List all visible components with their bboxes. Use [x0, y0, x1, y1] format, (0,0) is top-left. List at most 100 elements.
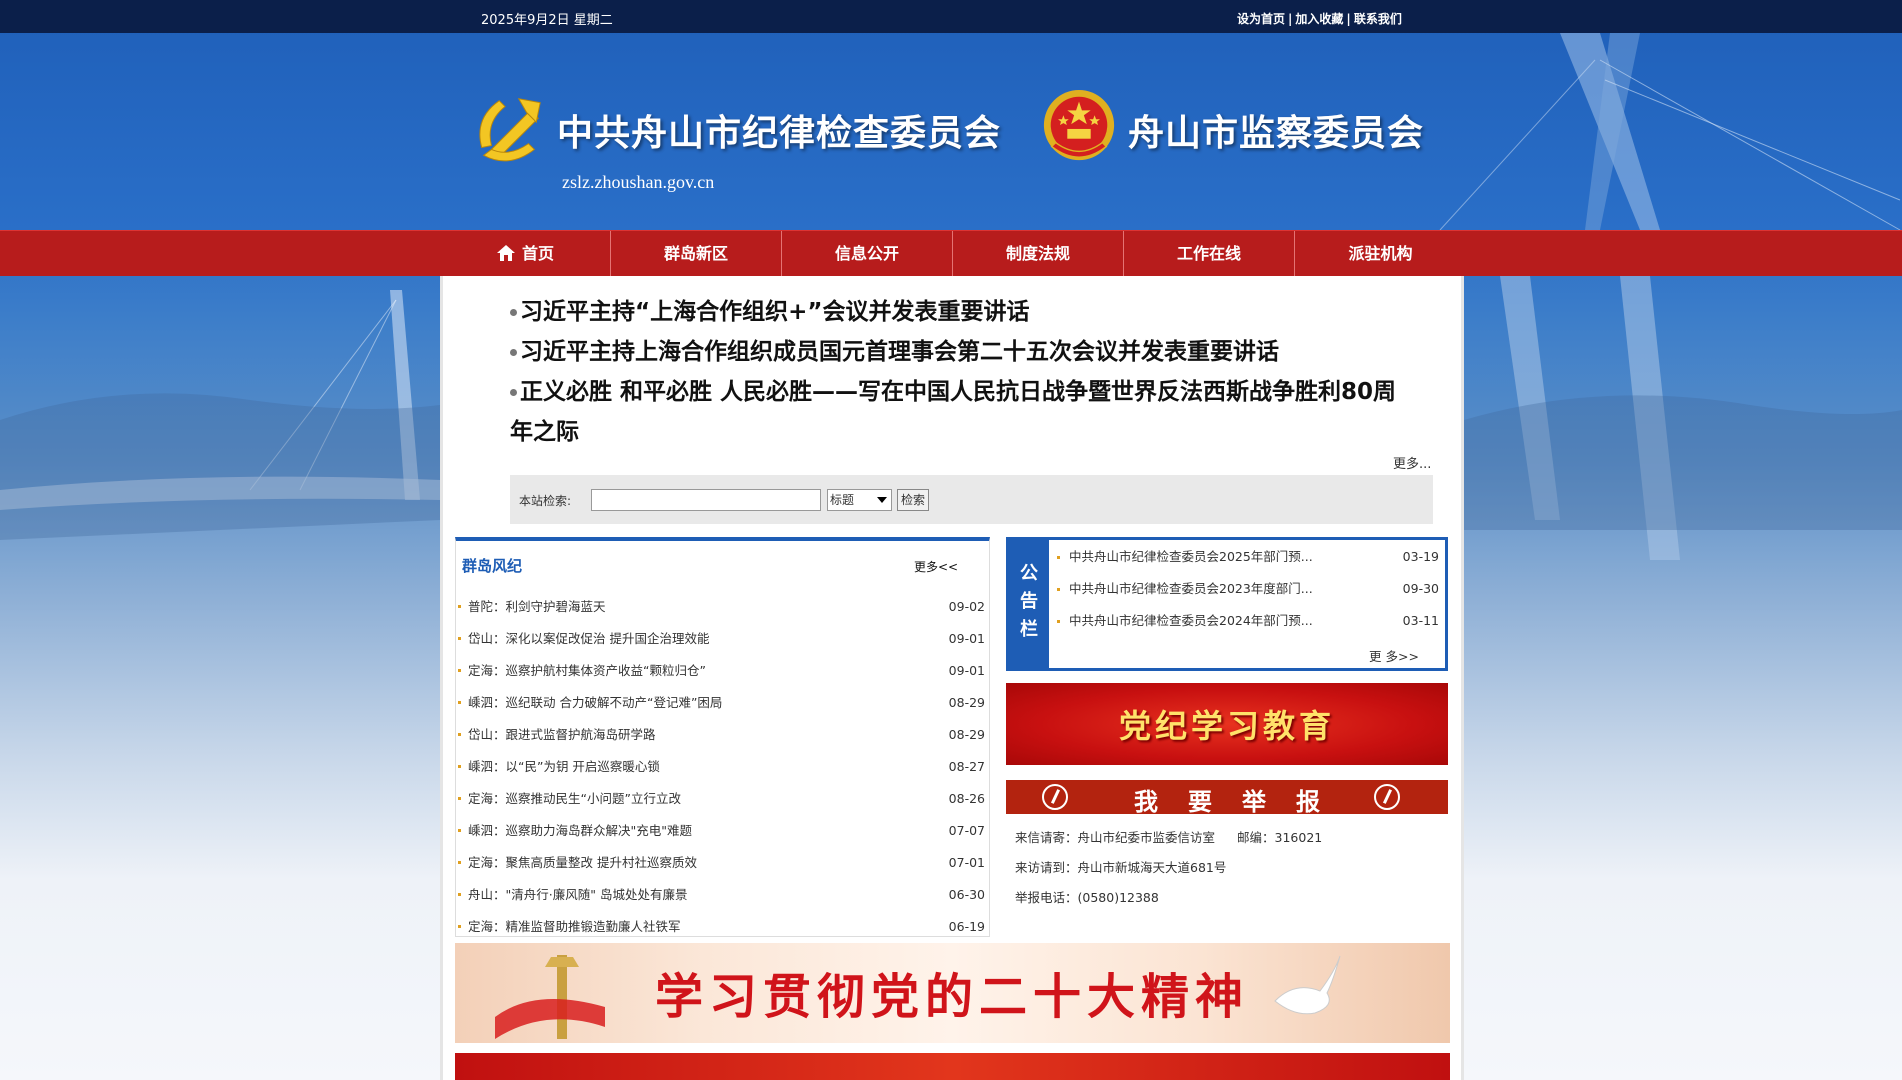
news-panel-title[interactable]: 群岛风纪 — [462, 555, 522, 576]
headline-item[interactable]: 正义必胜 和平必胜 人民必胜——写在中国人民抗日战争暨世界反法西斯战争胜利80周 — [510, 372, 1396, 412]
bullet-icon — [458, 605, 461, 608]
news-list: 普陀：利剑守护碧海蓝天 09-02 岱山：深化以案促改促治 提升国企治理效能 09-… — [456, 591, 989, 943]
contact-letters: 来信请寄：舟山市纪委市监委信访室 邮编：316021 — [1015, 827, 1322, 846]
nav-gongzuo-zaixian[interactable]: 工作在线 — [1124, 231, 1295, 277]
bullet-icon — [1057, 620, 1060, 623]
bullet-icon — [1057, 556, 1060, 559]
list-item[interactable]: 定海：聚焦高质量整改 提升村社巡察质效 07-01 — [456, 847, 989, 879]
bottom-banner[interactable] — [455, 1053, 1450, 1080]
report-banner[interactable]: 我要举报 — [1006, 780, 1448, 816]
contact-us-link[interactable]: 联系我们 — [1354, 12, 1402, 26]
bullet-icon — [458, 829, 461, 832]
nav-xinxi-gongkai[interactable]: 信息公开 — [782, 231, 953, 277]
supervision-title: 舟山市监察委员会 — [1128, 112, 1425, 154]
separator: | — [1288, 12, 1293, 26]
news-item-date: 09-01 — [948, 631, 985, 646]
notice-item[interactable]: 中共舟山市纪律检查委员会2025年部门预... 03-19 — [1053, 542, 1441, 572]
search-button[interactable]: 检索 — [897, 489, 929, 511]
headline-text: 习近平主持上海合作组织成员国元首理事会第二十五次会议并发表重要讲话 — [520, 339, 1279, 365]
news-item-title: 定海：巡察护航村集体资产收益“颗粒归仓” — [468, 663, 706, 678]
list-item[interactable]: 岱山：跟进式监督护航海岛研学路 08-29 — [456, 719, 989, 751]
site-search: 本站检索: 标题 检索 — [510, 475, 1433, 524]
headline-item[interactable]: 习近平主持“上海合作组织+”会议并发表重要讲话 — [510, 292, 1030, 332]
list-item[interactable]: 岱山：深化以案促改促治 提升国企治理效能 09-01 — [456, 623, 989, 655]
contact-visits: 来访请到：舟山市新城海天大道681号 — [1015, 860, 1227, 875]
news-item-title: 岱山：跟进式监督护航海岛研学路 — [468, 727, 656, 742]
notice-item[interactable]: 中共舟山市纪律检查委员会2024年部门预... 03-11 — [1053, 606, 1441, 636]
huabiao-column-icon — [495, 955, 605, 1039]
headline-text: 正义必胜 和平必胜 人民必胜——写在中国人民抗日战争暨世界反法西斯战争胜利80周 — [520, 379, 1397, 405]
list-item[interactable]: 普陀：利剑守护碧海蓝天 09-02 — [456, 591, 989, 623]
top-links: 设为首页 | 加入收藏 | 联系我们 — [1237, 10, 1402, 27]
news-item-date: 09-02 — [948, 599, 985, 614]
bullet-icon — [458, 701, 461, 704]
bullet-icon — [458, 637, 461, 640]
bullet-icon — [458, 797, 461, 800]
list-item[interactable]: 定海：巡察推动民生“小问题”立行立改 08-26 — [456, 783, 989, 815]
bullet-icon — [458, 893, 461, 896]
news-item-title: 嵊泗：巡察助力海岛群众解决"充电"难题 — [468, 823, 692, 838]
news-item-date: 06-19 — [948, 919, 985, 934]
news-item-title: 定海：精准监督助推锻造勤廉人社铁军 — [468, 919, 681, 934]
notice-item-date: 03-19 — [1402, 549, 1439, 564]
search-field-select[interactable]: 标题 — [827, 489, 892, 511]
news-item-date: 07-01 — [948, 855, 985, 870]
list-item[interactable]: 定海：精准监督助推锻造勤廉人社铁军 06-19 — [456, 911, 989, 943]
contact-letters-text: 来信请寄：舟山市纪委市监委信访室 — [1015, 830, 1216, 845]
headline-item[interactable]: 习近平主持上海合作组织成员国元首理事会第二十五次会议并发表重要讲话 — [510, 332, 1279, 372]
headlines-more-link[interactable]: 更多... — [1393, 453, 1431, 472]
nav-home[interactable]: 首页 — [440, 231, 611, 277]
banner-twenty-text: 学习贯彻党的二十大精神 — [655, 969, 1250, 1025]
separator: | — [1346, 12, 1351, 26]
headline-text: 习近平主持“上海合作组织+”会议并发表重要讲话 — [520, 299, 1030, 325]
list-item[interactable]: 嵊泗：巡纪联动 合力破解不动产“登记难”困局 08-29 — [456, 687, 989, 719]
set-homepage-link[interactable]: 设为首页 — [1237, 12, 1285, 26]
notice-label-char: 告 — [1020, 591, 1038, 612]
commission-title: 中共舟山市纪律检查委员会 — [557, 112, 1002, 154]
dove-icon — [1274, 955, 1341, 1015]
list-item[interactable]: 舟山："清舟行·廉风随" 岛城处处有廉景 06-30 — [456, 879, 989, 911]
twentieth-congress-banner[interactable]: 学习贯彻党的二十大精神 — [455, 943, 1450, 1043]
date-display: 2025年9月2日 星期二 — [481, 13, 613, 28]
national-emblem-icon — [1043, 89, 1115, 161]
news-item-title: 定海：聚焦高质量整改 提升村社巡察质效 — [468, 855, 697, 870]
news-item-date: 09-01 — [948, 663, 985, 678]
party-emblem-icon — [479, 98, 541, 162]
add-favorite-link[interactable]: 加入收藏 — [1295, 12, 1343, 26]
nav-paizhu-jigou[interactable]: 派驻机构 — [1295, 231, 1466, 277]
news-item-title: 嵊泗：以“民”为钥 开启巡察暖心锁 — [468, 759, 660, 774]
bullet-icon — [510, 349, 517, 356]
bullet-icon — [458, 669, 461, 672]
site-domain: zslz.zhoushan.gov.cn — [562, 172, 715, 192]
search-label: 本站检索: — [519, 494, 572, 508]
list-item[interactable]: 定海：巡察护航村集体资产收益“颗粒归仓” 09-01 — [456, 655, 989, 687]
notice-item[interactable]: 中共舟山市纪律检查委员会2023年度部门... 09-30 — [1053, 574, 1441, 604]
banner-study-text: 党纪学习教育 — [1118, 707, 1335, 745]
bullet-icon — [458, 733, 461, 736]
news-panel: 群岛风纪 更多<< 普陀：利剑守护碧海蓝天 09-02 岱山：深化以案促改促治 提… — [455, 537, 990, 937]
nav-zhidu-fagui[interactable]: 制度法规 — [953, 231, 1124, 277]
notice-item-title: 中共舟山市纪律检查委员会2024年部门预... — [1069, 613, 1313, 628]
report-pen-icon — [1374, 784, 1400, 810]
search-input[interactable] — [591, 489, 821, 511]
news-item-title: 定海：巡察推动民生“小问题”立行立改 — [468, 791, 681, 806]
party-discipline-banner[interactable]: 党纪学习教育 — [1006, 683, 1448, 765]
notice-label-char: 栏 — [1020, 619, 1038, 640]
notice-more-link[interactable]: 更 多>> — [1369, 646, 1419, 665]
news-item-date: 07-07 — [948, 823, 985, 838]
top-bar: 2025年9月2日 星期二 设为首页 | 加入收藏 | 联系我们 — [0, 0, 1902, 33]
list-item[interactable]: 嵊泗：以“民”为钥 开启巡察暖心锁 08-27 — [456, 751, 989, 783]
news-item-date: 08-27 — [948, 759, 985, 774]
headline-continuation[interactable]: 年之际 — [510, 412, 579, 452]
notice-item-date: 03-11 — [1402, 613, 1439, 628]
list-item[interactable]: 嵊泗：巡察助力海岛群众解决"充电"难题 07-07 — [456, 815, 989, 847]
nav-qundao-xinqu[interactable]: 群岛新区 — [611, 231, 782, 277]
search-field-value: 标题 — [830, 493, 855, 507]
news-item-date: 06-30 — [948, 887, 985, 902]
notice-board: 公 告 栏 中共舟山市纪律检查委员会2025年部门预... 03-19 中共舟山市… — [1006, 537, 1448, 671]
main-content: 习近平主持“上海合作组织+”会议并发表重要讲话 习近平主持上海合作组织成员国元首… — [440, 276, 1464, 1080]
news-item-date: 08-29 — [948, 695, 985, 710]
contact-phone: 举报电话：(0580)12388 — [1015, 890, 1159, 905]
news-item-title: 舟山："清舟行·廉风随" 岛城处处有廉景 — [468, 887, 688, 902]
news-more-link[interactable]: 更多<< — [914, 558, 958, 575]
